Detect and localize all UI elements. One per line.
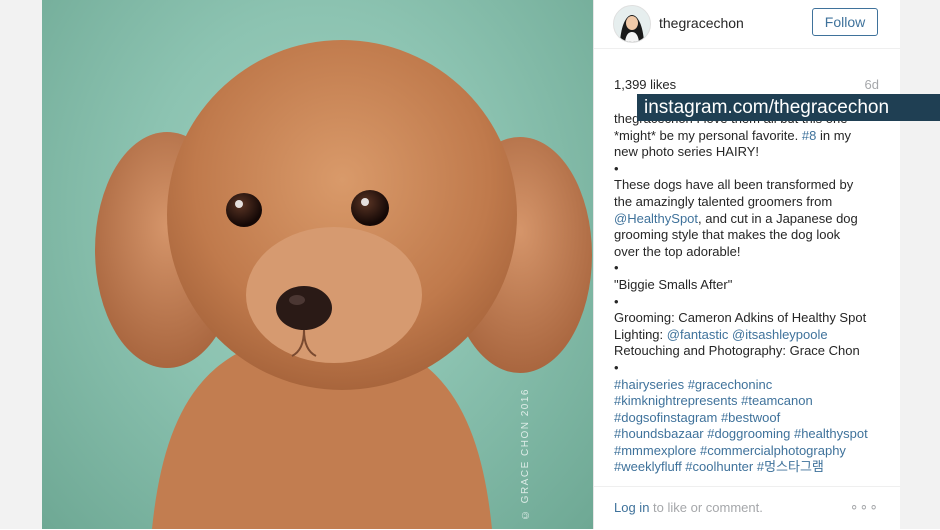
hashtag-line[interactable]: #weeklyfluff #coolhunter #멍스타그램	[614, 459, 886, 476]
likes-count[interactable]: 1,399 likes	[614, 77, 676, 92]
caption-line: Grooming: Cameron Adkins of Healthy Spot	[614, 310, 867, 326]
hashtag-line[interactable]: #dogsofinstagram #bestwoof	[614, 410, 886, 427]
mention-link[interactable]: @fantastic	[667, 327, 729, 342]
caption-line: *might* be my personal favorite. #8 in m…	[614, 128, 886, 145]
more-options-icon[interactable]: ∘∘∘	[850, 498, 879, 515]
mention-link[interactable]: @HealthySpot	[614, 211, 698, 226]
hashtag-line[interactable]: #mmmexplore #commercialphotography	[614, 443, 886, 460]
login-link[interactable]: Log in	[614, 500, 649, 515]
caption-bullet: •	[614, 359, 619, 375]
url-banner: instagram.com/thegracechon	[637, 94, 940, 121]
avatar-portrait-icon	[614, 6, 650, 42]
left-letterbox	[0, 0, 42, 529]
follow-button[interactable]: Follow	[812, 8, 878, 36]
caption-line: over the top adorable!	[614, 243, 741, 259]
caption-line: new photo series HAIRY!	[614, 144, 759, 160]
post-caption: thegracechon I love them all but this on…	[614, 111, 886, 476]
caption-bullet: •	[614, 293, 619, 309]
caption-line: grooming style that makes the dog look	[614, 227, 841, 243]
caption-text: , and cut in a Japanese dog	[698, 210, 858, 226]
hashtag-line[interactable]: #houndsbazaar #doggrooming #healthyspot	[614, 426, 886, 443]
caption-line: These dogs have all been transformed by	[614, 177, 854, 193]
caption-line: @HealthySpot, and cut in a Japanese dog	[614, 211, 886, 228]
caption-text: *might* be my personal favorite.	[614, 127, 799, 143]
post-sidebar: thegracechon Follow 1,399 likes 6d thegr…	[593, 0, 901, 529]
hashtag-line[interactable]: #hairyseries #gracechoninc	[614, 377, 886, 394]
post-header: thegracechon Follow	[594, 0, 901, 49]
caption-line: Retouching and Photography: Grace Chon	[614, 343, 860, 359]
post-photo[interactable]: © GRACE CHON 2016	[42, 0, 593, 529]
caption-text: Lighting:	[614, 326, 664, 342]
mention-link[interactable]: @itsashleypoole	[732, 327, 828, 342]
right-letterbox	[900, 0, 940, 529]
hashtag-line[interactable]: #kimknightrepresents #teamcanon	[614, 393, 886, 410]
login-prompt: Log in to like or comment.	[614, 500, 763, 515]
caption-bullet: •	[614, 160, 619, 176]
caption-line: "Biggie Smalls After"	[614, 276, 733, 292]
caption-line: Lighting: @fantastic @itsashleypoole	[614, 327, 886, 344]
dog-illustration	[95, 40, 592, 529]
hashtag-link[interactable]: #8	[802, 128, 816, 143]
photo-watermark: © GRACE CHON 2016	[520, 388, 531, 521]
caption-text: in my	[819, 127, 852, 143]
post-footer: Log in to like or comment. ∘∘∘	[594, 486, 901, 530]
login-prompt-text: to like or comment.	[649, 500, 763, 515]
username-link[interactable]: thegracechon	[659, 15, 744, 31]
post-age[interactable]: 6d	[865, 77, 879, 92]
caption-line: the amazingly talented groomers from	[614, 193, 833, 209]
caption-bullet: •	[614, 260, 619, 276]
avatar[interactable]	[613, 5, 651, 43]
